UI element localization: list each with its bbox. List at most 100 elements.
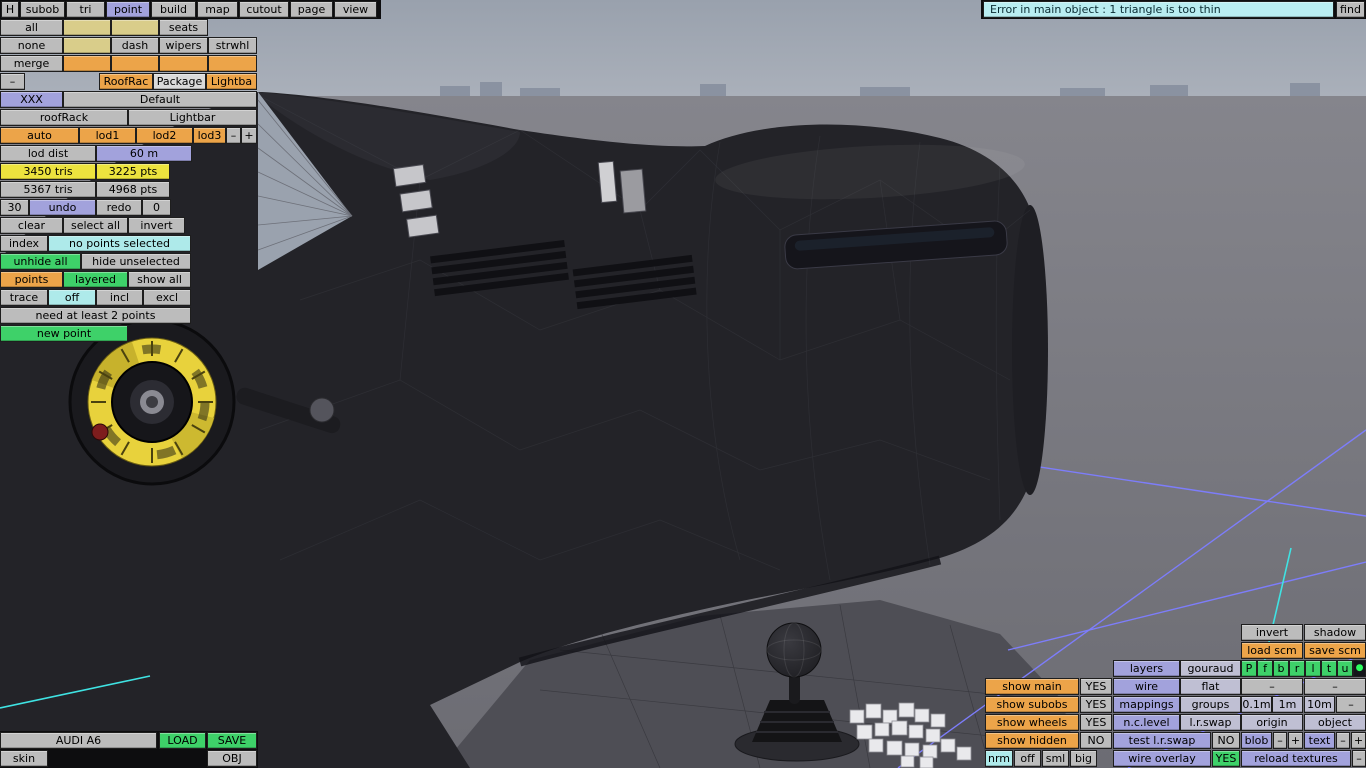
lod-plus-button[interactable]: + (241, 127, 257, 144)
menu-build-button[interactable]: build (151, 1, 196, 18)
lod-dist-value[interactable]: 60 m (96, 145, 192, 162)
points-mode-button[interactable]: points (0, 271, 63, 288)
reload-minus-button[interactable]: – (1352, 750, 1366, 767)
reload-textures-button[interactable]: reload textures (1241, 750, 1351, 767)
load-scm-button[interactable]: load scm (1241, 642, 1303, 659)
subob-lightba-button[interactable]: Lightba (206, 73, 257, 90)
subob-slot-4[interactable] (63, 55, 111, 72)
wire-overlay-value[interactable]: YES (1212, 750, 1240, 767)
menu-cutout-button[interactable]: cutout (239, 1, 289, 18)
unhide-all-button[interactable]: unhide all (0, 253, 81, 270)
view-left-button[interactable]: l (1305, 660, 1321, 677)
lod-auto-button[interactable]: auto (0, 127, 79, 144)
invert-selection-button[interactable]: invert (128, 217, 185, 234)
text-minus-button[interactable]: – (1336, 732, 1350, 749)
subob-slot-2[interactable] (111, 19, 159, 36)
nc-level-button[interactable]: n.c.level (1113, 714, 1180, 731)
grid-01m-button[interactable]: 0.1m (1241, 696, 1272, 713)
show-main-value[interactable]: YES (1080, 678, 1112, 695)
save-button[interactable]: SAVE (207, 732, 257, 749)
hide-unselected-button[interactable]: hide unselected (81, 253, 191, 270)
spacer-dash-1[interactable]: – (1241, 678, 1303, 695)
subob-slot-6[interactable] (159, 55, 208, 72)
menu-map-button[interactable]: map (197, 1, 238, 18)
menu-point-button[interactable]: point (106, 1, 150, 18)
lod1-button[interactable]: lod1 (79, 127, 136, 144)
lod2-button[interactable]: lod2 (136, 127, 193, 144)
blob-plus-button[interactable]: + (1288, 732, 1303, 749)
load-button[interactable]: LOAD (159, 732, 206, 749)
undo-button[interactable]: undo (29, 199, 96, 216)
layered-button[interactable]: layered (63, 271, 128, 288)
menu-h-button[interactable]: H (1, 1, 19, 18)
subob-xxx-button[interactable]: XXX (0, 91, 63, 108)
grid-10m-button[interactable]: 10m (1304, 696, 1335, 713)
menu-tri-button[interactable]: tri (66, 1, 105, 18)
normals-sml-button[interactable]: sml (1042, 750, 1069, 767)
mappings-button[interactable]: mappings (1113, 696, 1180, 713)
lod-minus-button[interactable]: – (226, 127, 241, 144)
blob-minus-button[interactable]: – (1273, 732, 1287, 749)
show-wheels-button[interactable]: show wheels (985, 714, 1079, 731)
subob-name-field[interactable]: Default (63, 91, 257, 108)
wire-button[interactable]: wire (1113, 678, 1180, 695)
wire-overlay-button[interactable]: wire overlay (1113, 750, 1211, 767)
text-plus-button[interactable]: + (1351, 732, 1366, 749)
subob-slot-7[interactable] (208, 55, 257, 72)
new-point-button[interactable]: new point (0, 325, 128, 342)
lr-swap-button[interactable]: l.r.swap (1180, 714, 1241, 731)
menu-page-button[interactable]: page (290, 1, 333, 18)
show-hidden-button[interactable]: show hidden (985, 732, 1079, 749)
show-main-button[interactable]: show main (985, 678, 1079, 695)
menu-subob-button[interactable]: subob (20, 1, 65, 18)
grid-minus-button[interactable]: – (1336, 696, 1366, 713)
select-all-button[interactable]: select all (63, 217, 128, 234)
subob-seats-button[interactable]: seats (159, 19, 208, 36)
trace-excl-button[interactable]: excl (143, 289, 191, 306)
shadow-button[interactable]: shadow (1304, 624, 1366, 641)
subob-none-button[interactable]: none (0, 37, 63, 54)
normals-big-button[interactable]: big (1070, 750, 1097, 767)
spacer-dash-2[interactable]: – (1304, 678, 1366, 695)
find-error-button[interactable]: find (1336, 1, 1365, 18)
obj-export-button[interactable]: OBJ (207, 750, 257, 767)
layers-button[interactable]: layers (1113, 660, 1180, 677)
show-wheels-value[interactable]: YES (1080, 714, 1112, 731)
subob-wipers-button[interactable]: wipers (159, 37, 208, 54)
subob-all-button[interactable]: all (0, 19, 63, 36)
view-right-button[interactable]: r (1289, 660, 1305, 677)
subob-roofrac-button[interactable]: RoofRac (99, 73, 153, 90)
redo-button[interactable]: redo (96, 199, 142, 216)
grid-1m-button[interactable]: 1m (1272, 696, 1303, 713)
show-hidden-value[interactable]: NO (1080, 732, 1112, 749)
groups-button[interactable]: groups (1180, 696, 1241, 713)
show-subobs-button[interactable]: show subobs (985, 696, 1079, 713)
test-lr-swap-value[interactable]: NO (1212, 732, 1240, 749)
view-front-button[interactable]: f (1257, 660, 1273, 677)
subob-slot-5[interactable] (111, 55, 159, 72)
subob-minus-button[interactable]: – (0, 73, 25, 90)
subob-dash-button[interactable]: dash (111, 37, 159, 54)
index-button[interactable]: index (0, 235, 48, 252)
show-subobs-value[interactable]: YES (1080, 696, 1112, 713)
clear-button[interactable]: clear (0, 217, 63, 234)
trace-incl-button[interactable]: incl (96, 289, 143, 306)
subob-lightbar-button[interactable]: Lightbar (128, 109, 257, 126)
trace-off-button[interactable]: off (48, 289, 96, 306)
lod3-button[interactable]: lod3 (193, 127, 226, 144)
view-top-button[interactable]: t (1321, 660, 1337, 677)
subob-slot-3[interactable] (63, 37, 111, 54)
origin-button[interactable]: origin (1241, 714, 1303, 731)
invert-normals-button[interactable]: invert (1241, 624, 1303, 641)
gouraud-button[interactable]: gouraud (1180, 660, 1241, 677)
normals-off-button[interactable]: off (1014, 750, 1041, 767)
subob-slot-1[interactable] (63, 19, 111, 36)
test-lr-swap-button[interactable]: test l.r.swap (1113, 732, 1211, 749)
skin-button[interactable]: skin (0, 750, 48, 767)
normals-button[interactable]: nrm (985, 750, 1013, 767)
save-scm-button[interactable]: save scm (1304, 642, 1366, 659)
object-button[interactable]: object (1304, 714, 1366, 731)
view-under-button[interactable]: u (1337, 660, 1353, 677)
trace-button[interactable]: trace (0, 289, 48, 306)
show-all-button[interactable]: show all (128, 271, 191, 288)
